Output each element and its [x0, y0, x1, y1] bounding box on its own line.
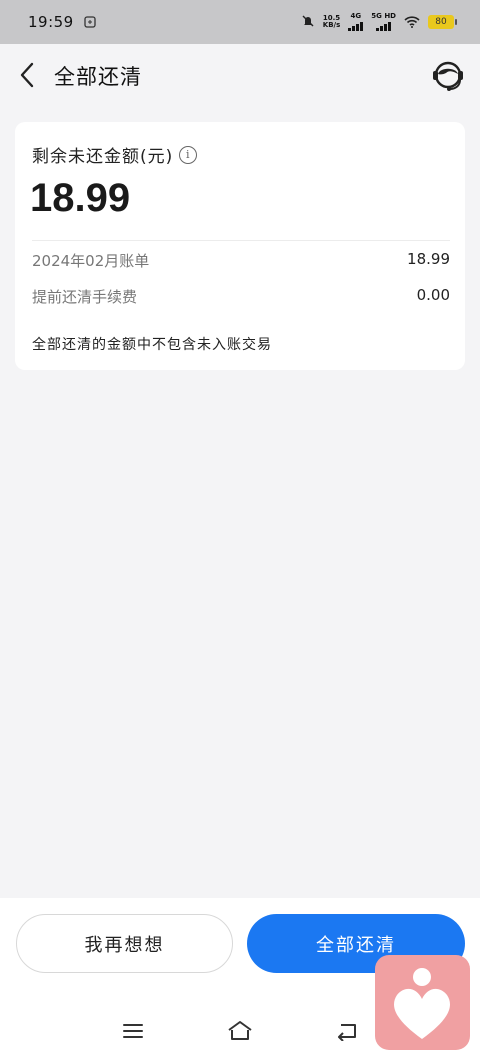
status-bar: 19:59 10.5 KB/s 4G 5G HD 80 — [0, 0, 480, 44]
mute-icon — [301, 13, 315, 32]
fee-value: 0.00 — [416, 286, 450, 304]
card-note: 全部还清的金额中不包含未入账交易 — [32, 337, 272, 353]
wifi-icon — [404, 13, 420, 32]
fee-row: 提前还清手续费 0.00 — [32, 286, 450, 307]
fee-label: 提前还清手续费 — [32, 288, 138, 306]
notification-app-icon — [84, 13, 96, 32]
page-title: 全部还清 — [54, 65, 142, 89]
page-header: 全部还清 — [0, 44, 480, 106]
nav-home-button[interactable] — [225, 1018, 255, 1044]
signal-4g: 4G — [348, 13, 364, 31]
divider — [32, 240, 450, 241]
heart-person-icon — [394, 968, 450, 1039]
floating-assistant-badge[interactable] — [375, 955, 470, 1050]
back-arrow-icon — [20, 62, 34, 88]
menu-icon — [123, 1024, 143, 1038]
net-speed: 10.5 KB/s — [322, 14, 341, 29]
bill-value: 18.99 — [407, 250, 450, 268]
repayment-summary-card: 剩余未还金额(元) i 18.99 2024年02月账单 18.99 提前还清手… — [15, 122, 465, 370]
back-button[interactable] — [12, 58, 42, 92]
status-time: 19:59 — [28, 13, 74, 31]
nav-menu-button[interactable] — [118, 1018, 148, 1044]
signal-5g: 5G HD — [371, 13, 396, 31]
remaining-amount: 18.99 — [30, 176, 131, 220]
bill-row: 2024年02月账单 18.99 — [32, 250, 450, 271]
nav-back-button[interactable] — [332, 1018, 362, 1044]
customer-service-button[interactable] — [430, 57, 466, 93]
bill-label: 2024年02月账单 — [32, 252, 150, 270]
back-nav-icon — [338, 1024, 356, 1041]
customer-service-icon — [433, 61, 463, 91]
battery-indicator: 80 — [428, 15, 457, 29]
info-icon[interactable]: i — [179, 145, 198, 164]
remaining-amount-label: 剩余未还金额(元) i — [32, 142, 198, 167]
think-again-button[interactable]: 我再想想 — [16, 914, 233, 973]
home-icon — [228, 1021, 252, 1040]
